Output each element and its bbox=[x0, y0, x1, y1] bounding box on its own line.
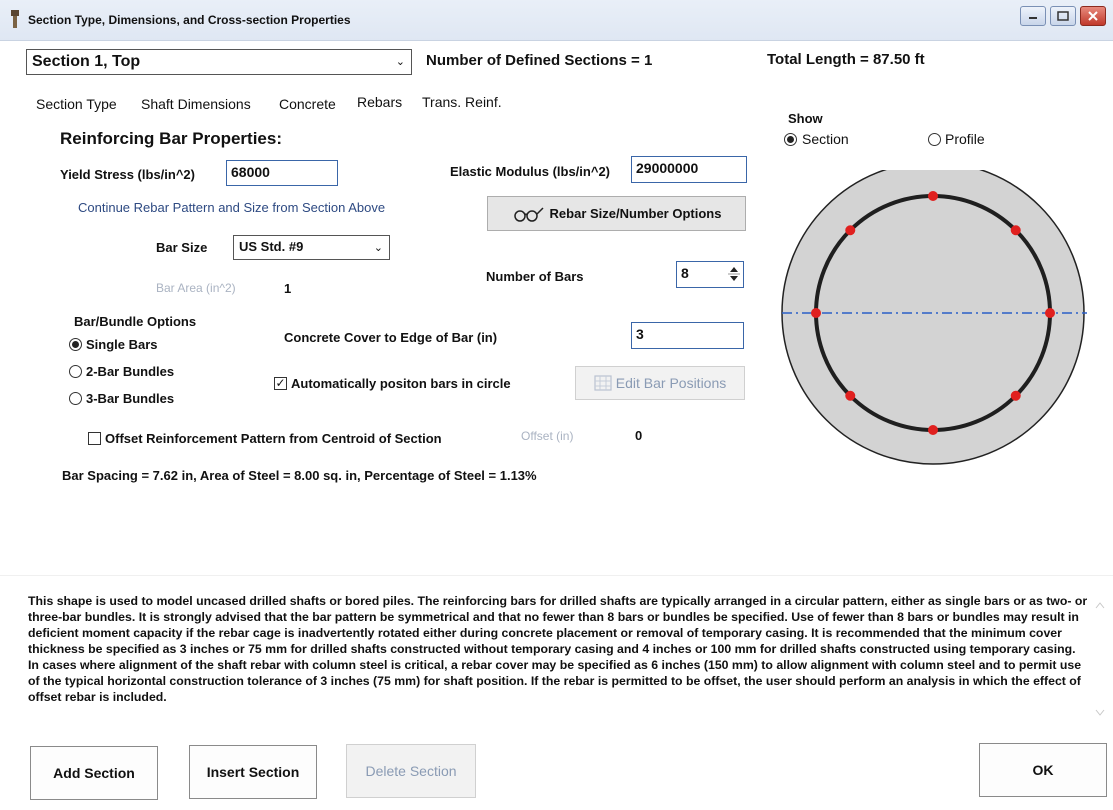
section-description: This shape is used to model uncased dril… bbox=[28, 594, 1088, 704]
offset-pattern-label[interactable]: Offset Reinforcement Pattern from Centro… bbox=[105, 431, 442, 446]
window-title: Section Type, Dimensions, and Cross-sect… bbox=[28, 13, 351, 27]
rebar-bar bbox=[811, 308, 821, 318]
scroll-up-icon[interactable] bbox=[1094, 600, 1106, 610]
bar-spacing-summary: Bar Spacing = 7.62 in, Area of Steel = 8… bbox=[62, 468, 537, 483]
tab-rebars[interactable]: Rebars bbox=[357, 94, 402, 110]
section-select[interactable]: Section 1, Top ⌄ bbox=[26, 49, 412, 75]
show-section-label[interactable]: Section bbox=[802, 131, 849, 147]
rebar-bar bbox=[1045, 308, 1055, 318]
rebar-bar bbox=[1010, 390, 1021, 401]
bundle-options-heading: Bar/Bundle Options bbox=[74, 314, 197, 329]
rebar-bar bbox=[928, 425, 938, 435]
app-icon bbox=[11, 10, 19, 28]
bar-area-value: 1 bbox=[284, 281, 292, 296]
minimize-icon bbox=[1029, 17, 1037, 19]
elastic-modulus-input[interactable]: 29000000 bbox=[631, 156, 747, 183]
two-bar-bundles-label[interactable]: 2-Bar Bundles bbox=[86, 364, 174, 379]
number-of-bars-spinner[interactable]: 8 bbox=[676, 261, 744, 288]
single-bars-radio[interactable] bbox=[69, 338, 82, 351]
rebar-bar bbox=[1010, 225, 1021, 236]
close-button[interactable] bbox=[1080, 6, 1106, 26]
edit-bar-positions-button[interactable]: Edit Bar Positions bbox=[575, 366, 745, 400]
bar-area-label: Bar Area (in^2) bbox=[156, 281, 236, 295]
minimize-button[interactable] bbox=[1020, 6, 1046, 26]
maximize-button[interactable] bbox=[1050, 6, 1076, 26]
tab-section-type[interactable]: Section Type bbox=[36, 96, 117, 112]
elastic-modulus-label: Elastic Modulus (lbs/in^2) bbox=[450, 164, 610, 179]
show-profile-label[interactable]: Profile bbox=[945, 131, 985, 147]
bar-size-value: US Std. #9 bbox=[239, 239, 304, 254]
two-bar-bundles-radio[interactable] bbox=[69, 365, 82, 378]
bar-size-select[interactable]: US Std. #9 ⌄ bbox=[233, 235, 390, 260]
close-icon bbox=[1088, 11, 1098, 21]
show-section-radio[interactable] bbox=[784, 133, 797, 146]
chevron-down-icon: ⌄ bbox=[373, 242, 383, 254]
maximize-icon bbox=[1057, 11, 1069, 21]
add-section-button[interactable]: Add Section bbox=[30, 746, 158, 800]
ok-button[interactable]: OK bbox=[979, 743, 1107, 797]
divider bbox=[0, 575, 1113, 576]
offset-in-label: Offset (in) bbox=[521, 429, 574, 443]
continue-pattern-text[interactable]: Continue Rebar Pattern and Size from Sec… bbox=[78, 200, 385, 215]
tab-concrete[interactable]: Concrete bbox=[279, 96, 336, 112]
auto-position-label[interactable]: Automatically positon bars in circle bbox=[291, 376, 511, 391]
rebar-size-options-button[interactable]: Rebar Size/Number Options bbox=[487, 196, 746, 231]
section-select-value: Section 1, Top bbox=[32, 53, 141, 70]
rebar-size-options-label: Rebar Size/Number Options bbox=[549, 206, 722, 221]
concrete-cover-label: Concrete Cover to Edge of Bar (in) bbox=[284, 330, 498, 345]
insert-section-button[interactable]: Insert Section bbox=[189, 745, 317, 799]
glasses-icon bbox=[513, 206, 544, 222]
chevron-down-icon: ⌄ bbox=[395, 56, 405, 68]
number-of-bars-value: 8 bbox=[681, 265, 689, 281]
cross-section-diagram bbox=[781, 170, 1087, 465]
title-bar: Section Type, Dimensions, and Cross-sect… bbox=[0, 0, 1113, 41]
show-label: Show bbox=[788, 111, 823, 126]
single-bars-label[interactable]: Single Bars bbox=[86, 337, 158, 352]
number-of-bars-label: Number of Bars bbox=[486, 269, 584, 284]
tab-trans-reinf[interactable]: Trans. Reinf. bbox=[422, 94, 502, 110]
tab-shaft-dimensions[interactable]: Shaft Dimensions bbox=[141, 96, 251, 112]
concrete-cover-input[interactable]: 3 bbox=[631, 322, 744, 349]
delete-section-button[interactable]: Delete Section bbox=[346, 744, 476, 798]
offset-value: 0 bbox=[635, 428, 643, 443]
edit-bar-positions-label: Edit Bar Positions bbox=[615, 375, 727, 391]
edit-grid-icon bbox=[594, 375, 612, 391]
rebar-bar bbox=[845, 225, 856, 236]
spinner-arrows-icon[interactable] bbox=[727, 264, 741, 284]
offset-pattern-checkbox[interactable] bbox=[88, 432, 101, 445]
auto-position-checkbox[interactable]: ✓ bbox=[274, 377, 287, 390]
rebar-bar bbox=[928, 191, 938, 201]
total-length: Total Length = 87.50 ft bbox=[767, 51, 925, 68]
concrete-shaft-circle bbox=[781, 170, 1085, 465]
scroll-down-icon[interactable] bbox=[1094, 708, 1106, 718]
three-bar-bundles-label[interactable]: 3-Bar Bundles bbox=[86, 391, 174, 406]
yield-stress-input[interactable]: 68000 bbox=[226, 160, 338, 186]
defined-sections-count: Number of Defined Sections = 1 bbox=[426, 52, 653, 69]
show-profile-radio[interactable] bbox=[928, 133, 941, 146]
three-bar-bundles-radio[interactable] bbox=[69, 392, 82, 405]
rebar-bar bbox=[845, 390, 856, 401]
bar-size-label: Bar Size bbox=[156, 240, 208, 255]
rebar-properties-heading: Reinforcing Bar Properties: bbox=[60, 129, 282, 148]
yield-stress-label: Yield Stress (lbs/in^2) bbox=[60, 167, 195, 182]
